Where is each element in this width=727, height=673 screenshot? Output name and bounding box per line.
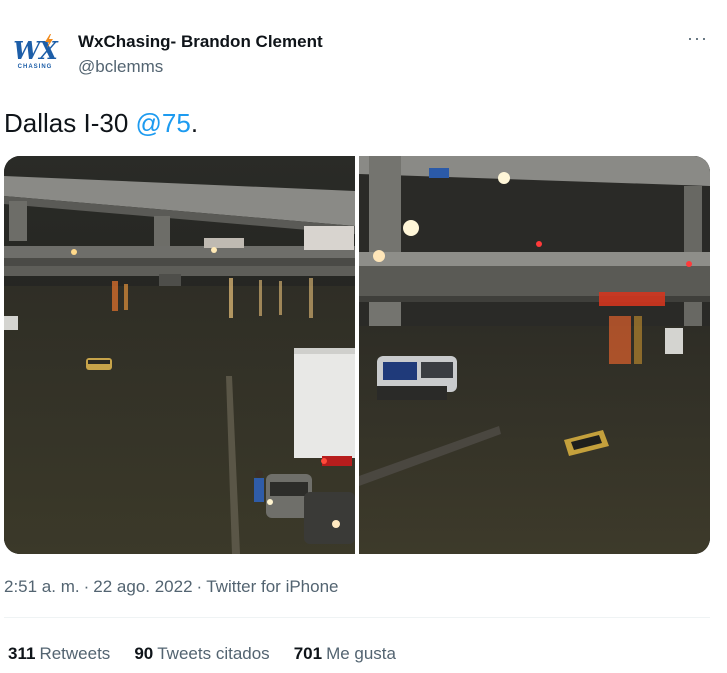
flood-photo-left[interactable] xyxy=(4,156,355,554)
tweet-text: Dallas I-30 @75. xyxy=(4,108,198,139)
retweets-stat[interactable]: 311 Retweets xyxy=(8,644,110,664)
author-handle[interactable]: @bclemms xyxy=(78,57,163,77)
retweets-count: 311 xyxy=(8,644,36,663)
likes-stat[interactable]: 701 Me gusta xyxy=(294,644,396,664)
quote-tweets-count: 90 xyxy=(134,644,154,663)
more-dots-icon[interactable]: ··· xyxy=(687,28,708,49)
mention-link[interactable]: @75 xyxy=(136,108,191,138)
meta-separator: · xyxy=(196,577,203,596)
meta-separator: · xyxy=(83,577,90,596)
likes-label: Me gusta xyxy=(326,644,396,663)
tweet-media xyxy=(4,156,710,554)
tweet-time[interactable]: 2:51 a. m. xyxy=(4,577,80,596)
tweet-meta: 2:51 a. m. · 22 ago. 2022 · Twitter for iPho… xyxy=(4,577,343,597)
tweet-source[interactable]: Twitter for iPhone xyxy=(206,577,338,596)
tweet-text-prefix: Dallas I-30 xyxy=(4,108,136,138)
quote-tweets-label: Tweets citados xyxy=(157,644,270,663)
flood-photo-right-image xyxy=(359,156,710,554)
avatar[interactable]: WX CHASING xyxy=(6,30,64,78)
retweets-label: Retweets xyxy=(39,644,111,663)
likes-count: 701 xyxy=(293,644,323,663)
quote-tweets-stat[interactable]: 90 Tweets citados xyxy=(134,644,269,664)
tweet-header: WX CHASING WxChasing- Brandon Clement @b… xyxy=(0,0,727,90)
lightning-icon xyxy=(45,34,53,48)
tweet-stats: 311 Retweets 90 Tweets citados 701 Me gusta xyxy=(8,644,420,664)
divider xyxy=(4,617,710,618)
tweet-date[interactable]: 22 ago. 2022 xyxy=(93,577,192,596)
tweet-text-suffix: . xyxy=(190,108,199,138)
flood-photo-left-image xyxy=(4,156,355,554)
author-name[interactable]: WxChasing- Brandon Clement xyxy=(78,32,323,52)
flood-photo-right[interactable] xyxy=(359,156,710,554)
